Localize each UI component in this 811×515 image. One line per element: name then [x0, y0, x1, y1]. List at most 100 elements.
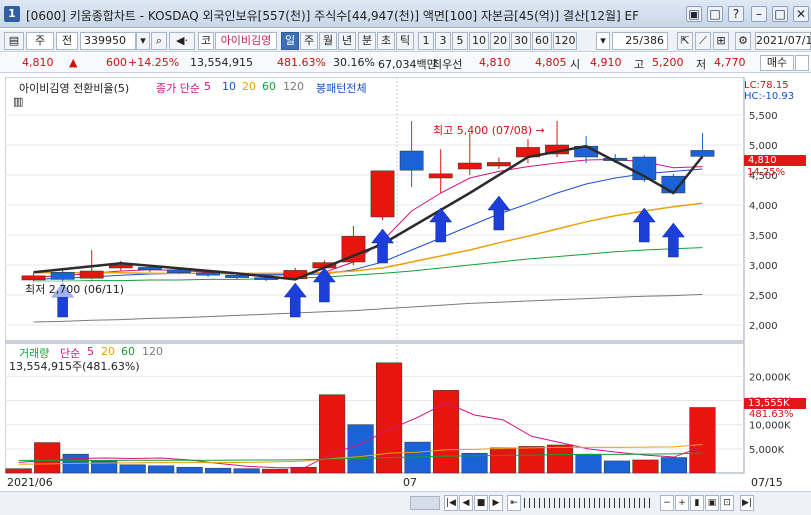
volume-bar: [689, 407, 716, 474]
volume-bar: [205, 467, 232, 474]
volume-bar: [376, 362, 403, 474]
window-number-badge: 1: [4, 6, 20, 22]
hc-value: HC:-10.93: [744, 91, 795, 102]
nav-prev-icon[interactable]: ◀: [459, 495, 473, 511]
ma-10-label: 10: [222, 80, 236, 93]
candle-body: [225, 274, 250, 278]
current-price-marker: 4,810: [744, 155, 806, 166]
volume-bar: [603, 460, 631, 474]
volume-bar: [546, 444, 574, 474]
close-button[interactable]: ✕: [793, 6, 809, 22]
vol-ma-5-label: 5: [87, 345, 94, 358]
volume-bar: [148, 465, 175, 474]
trade-amount: 67,034백만: [378, 58, 437, 71]
vol-ma-120-label: 120: [142, 345, 163, 358]
minimize-button[interactable]: –: [751, 6, 767, 22]
volume-bar: [518, 446, 545, 474]
chart-area[interactable]: 5,500 5,000 4,500 4,000 3,500 3,000 2,500 2,000…: [4, 76, 811, 491]
sound-icon[interactable]: ◀·: [169, 32, 195, 50]
period-tab-month[interactable]: 월: [319, 32, 337, 50]
up-triangle-icon: ▲: [69, 56, 78, 69]
open-label: 시: [570, 58, 581, 71]
volume-bar: [262, 468, 289, 474]
buy-button[interactable]: 매수: [760, 55, 794, 71]
open-price: 4,910: [590, 56, 622, 69]
draw-tool-icon[interactable]: ⟋: [695, 32, 711, 50]
low-label: 저: [696, 58, 707, 71]
period-tab-minute[interactable]: 분: [358, 32, 376, 50]
volume-bar: [575, 453, 602, 474]
panel-menu-icon[interactable]: ▥: [13, 95, 23, 108]
price-change: 600: [106, 56, 127, 69]
zoom-full-icon[interactable]: ▣: [705, 495, 719, 511]
nav-next-icon[interactable]: ▶: [489, 495, 503, 511]
nav-first-icon[interactable]: |◀: [444, 495, 458, 511]
vol-ma-60-label: 60: [121, 345, 135, 358]
scrollbar-track[interactable]: [410, 496, 440, 510]
interval-dropdown-icon[interactable]: ▾: [596, 32, 610, 50]
volume-pct: 481.63%: [277, 56, 326, 69]
candle-body: [428, 173, 453, 179]
interval-10[interactable]: 10: [469, 32, 489, 50]
x-label-start: 2021/06: [7, 476, 53, 489]
search-icon[interactable]: ⌕: [151, 32, 167, 50]
interval-1[interactable]: 1: [418, 32, 434, 50]
date-input[interactable]: 2021/07/1: [755, 32, 811, 50]
volume-bar: [489, 447, 517, 474]
high-price: 5,200: [652, 56, 684, 69]
chart-canvas[interactable]: 5,5005,0004,5004,0003,5003,0002,5002,000…: [4, 76, 811, 491]
volume-bar: [233, 468, 260, 474]
maximize-button[interactable]: □: [772, 6, 788, 22]
nav-stop-icon[interactable]: ■: [474, 495, 488, 511]
price-legend-name[interactable]: 아이비김영 전환비율(5): [19, 80, 130, 96]
volume-value: 13,554,915: [190, 56, 253, 69]
candle-body: [457, 162, 482, 170]
layout-button[interactable]: □: [707, 6, 723, 22]
indicator-icon[interactable]: ⊞: [713, 32, 729, 50]
stock-code-input[interactable]: 339950: [80, 32, 136, 50]
interval-30[interactable]: 30: [511, 32, 531, 50]
interval-5[interactable]: 5: [452, 32, 468, 50]
zoom-fit-icon[interactable]: ⊡: [720, 495, 734, 511]
high-label: 고: [634, 58, 645, 71]
volume-bar: [5, 468, 32, 474]
volume-bar: [632, 459, 659, 474]
volume-tick-label: 5,000K: [749, 445, 785, 456]
prefix-select[interactable]: 전: [56, 32, 78, 50]
period-tab-week[interactable]: 주: [300, 32, 318, 50]
candle-body: [50, 271, 75, 280]
zoom-slider[interactable]: [524, 498, 654, 508]
settings-gear-icon[interactable]: ⚙: [735, 32, 751, 50]
market-select[interactable]: 주: [26, 32, 54, 50]
period-tab-year[interactable]: 년: [338, 32, 356, 50]
period-tab-day[interactable]: 일: [281, 32, 299, 50]
code-dropdown-icon[interactable]: ▾: [136, 32, 150, 50]
vol-ma-20-label: 20: [101, 345, 115, 358]
page-indicator: 25/386: [612, 32, 668, 50]
interval-120[interactable]: 120: [553, 32, 577, 50]
price-tick-label: 4,000: [749, 201, 778, 212]
interval-20[interactable]: 20: [490, 32, 510, 50]
volume-bar: [34, 442, 61, 474]
interval-60[interactable]: 60: [532, 32, 552, 50]
screen-link-button[interactable]: ▣: [686, 6, 702, 22]
period-tab-second[interactable]: 초: [377, 32, 395, 50]
interval-3[interactable]: 3: [435, 32, 451, 50]
period-tab-tick[interactable]: 틱: [396, 32, 414, 50]
help-button[interactable]: ?: [728, 6, 744, 22]
price-tick-label: 2,000: [749, 321, 778, 332]
y-axis-ticks: 5,5005,0004,5004,0003,5003,0002,5002,000: [749, 111, 778, 332]
low-annotation: 최저 2,700 (06/11): [25, 281, 125, 297]
sell-button[interactable]: [795, 55, 809, 71]
nav-end-icon[interactable]: ▶|: [740, 495, 754, 511]
current-price-pct: 14.25%: [747, 167, 786, 178]
nav-jump-icon[interactable]: ⇤: [507, 495, 521, 511]
stock-name: 아이비김영: [215, 32, 277, 50]
zoom-bar-icon[interactable]: ▮: [690, 495, 704, 511]
pattern-label: 봉패턴전체: [316, 82, 367, 95]
stock-search-icon[interactable]: ▤: [4, 32, 24, 50]
zoom-in-icon[interactable]: +: [675, 495, 689, 511]
best-bid: 4,805: [535, 56, 567, 69]
zoom-out-icon[interactable]: −: [660, 495, 674, 511]
fit-icon[interactable]: ⇱: [677, 32, 693, 50]
